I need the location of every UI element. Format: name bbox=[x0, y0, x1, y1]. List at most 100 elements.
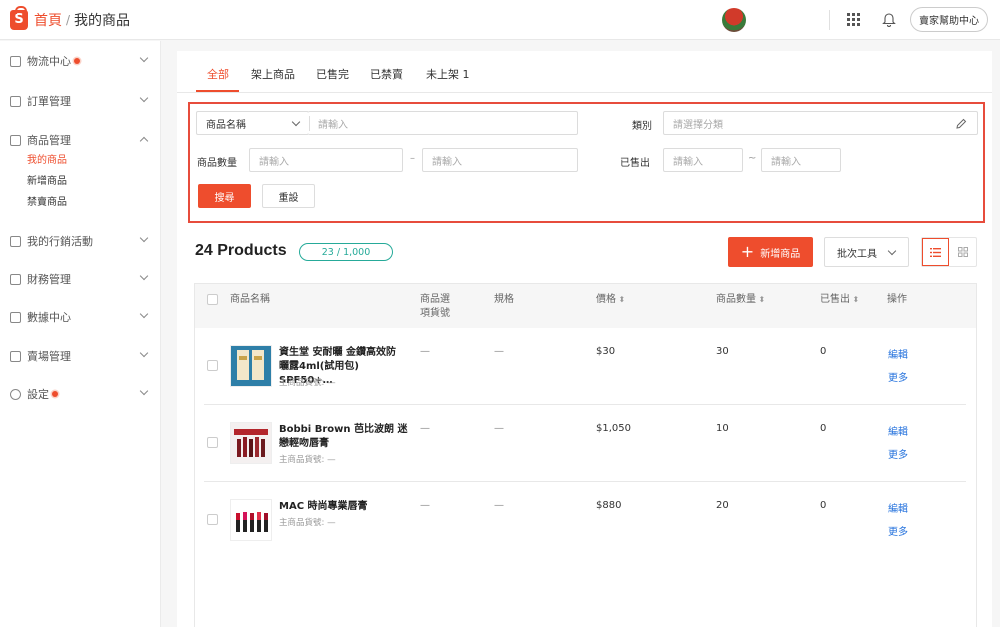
product-name[interactable]: Bobbi Brown 芭比波朗 迷戀輕吻唇膏 bbox=[279, 423, 411, 451]
table-row: 資生堂 安耐曬 金鑽高效防 曬露4ml(試用包) SPF50+… 主商品貨號: —… bbox=[195, 328, 976, 405]
tab-live[interactable]: 架上商品 bbox=[251, 66, 295, 82]
quantity-max-input[interactable]: 請輸入 bbox=[422, 148, 578, 172]
product-thumbnail[interactable] bbox=[230, 499, 272, 541]
range-separator: – bbox=[410, 153, 415, 164]
sidebar-item-settings[interactable]: 設定 bbox=[0, 384, 161, 404]
spec: — bbox=[494, 423, 504, 434]
reset-button[interactable]: 重設 bbox=[262, 184, 315, 208]
sidebar-item-products[interactable]: 商品管理 我的商品 新增商品 禁賣商品 bbox=[0, 130, 161, 213]
tab-unlisted[interactable]: 未上架 1 bbox=[426, 66, 470, 82]
main-card: 全部 架上商品 已售完 已禁賣 未上架 1 商品名稱 請輸入 類別 請選擇分類 … bbox=[177, 51, 992, 627]
edit-link[interactable]: 編輯 bbox=[888, 423, 908, 438]
product-name-select[interactable]: 商品名稱 bbox=[196, 111, 309, 135]
parent-sku: 主商品貨號: — bbox=[279, 455, 336, 465]
column-header-price[interactable]: 價格 ⬍ bbox=[596, 293, 625, 307]
sold-count: 0 bbox=[820, 423, 827, 434]
product-name-line: MAC 時尚專業唇膏 bbox=[279, 501, 368, 512]
avatar[interactable] bbox=[722, 8, 746, 32]
product-thumbnail[interactable] bbox=[230, 345, 272, 387]
chevron-down-icon bbox=[139, 93, 149, 103]
quantity-min-input[interactable]: 請輸入 bbox=[249, 148, 403, 172]
spec: — bbox=[494, 346, 504, 357]
edit-link[interactable]: 編輯 bbox=[888, 500, 908, 515]
sidebar: 物流中心 訂單管理 商品管理 我的商品 新增商品 禁賣商品 我的行銷活動 財務管… bbox=[0, 41, 161, 627]
sidebar-item-shop[interactable]: 賣場管理 bbox=[0, 346, 161, 366]
quantity: 10 bbox=[716, 423, 729, 434]
apps-grid-icon[interactable] bbox=[847, 13, 860, 26]
sidebar-item-label: 訂單管理 bbox=[27, 95, 71, 108]
breadcrumb-home[interactable]: 首頁 bbox=[34, 10, 62, 30]
search-button[interactable]: 搜尋 bbox=[198, 184, 251, 208]
range-separator: ~ bbox=[748, 153, 757, 164]
more-link[interactable]: 更多 bbox=[888, 523, 908, 538]
sold-max-input[interactable]: 請輸入 bbox=[761, 148, 841, 172]
edit-link[interactable]: 編輯 bbox=[888, 346, 908, 361]
wallet-icon bbox=[10, 273, 21, 285]
chevron-down-icon bbox=[291, 117, 301, 127]
batch-tools-button[interactable]: 批次工具 bbox=[824, 237, 909, 267]
sidebar-item-orders[interactable]: 訂單管理 bbox=[0, 91, 161, 111]
tab-soldout[interactable]: 已售完 bbox=[316, 66, 349, 82]
shopee-logo-icon[interactable]: S bbox=[10, 5, 28, 30]
row-checkbox[interactable] bbox=[207, 360, 218, 371]
select-all-checkbox[interactable] bbox=[207, 294, 218, 305]
row-checkbox[interactable] bbox=[207, 514, 218, 525]
sidebar-item-finance[interactable]: 財務管理 bbox=[0, 269, 161, 289]
table-header: 商品名稱 商品選 項貨號 規格 價格 ⬍ 商品數量 ⬍ 已售出 ⬍ 操作 bbox=[195, 284, 976, 328]
sidebar-subitem-add-product[interactable]: 新增商品 bbox=[0, 171, 161, 192]
product-name-input[interactable]: 請輸入 bbox=[308, 111, 578, 135]
placeholder: 請選擇分類 bbox=[673, 119, 723, 131]
grid-view-button[interactable] bbox=[949, 238, 976, 266]
quantity: 20 bbox=[716, 500, 729, 511]
tab-banned[interactable]: 已禁賣 bbox=[370, 66, 403, 82]
column-header-quantity[interactable]: 商品數量 ⬍ bbox=[716, 293, 765, 307]
option-sku: — bbox=[420, 423, 430, 434]
sidebar-item-label: 商品管理 bbox=[27, 134, 71, 147]
sidebar-item-logistics[interactable]: 物流中心 bbox=[0, 51, 161, 71]
list-view-button[interactable] bbox=[922, 238, 950, 266]
price: $1,050 bbox=[596, 423, 631, 434]
seller-help-button[interactable]: 賣家幫助中心 bbox=[910, 7, 988, 32]
sort-icon: ⬍ bbox=[850, 295, 860, 304]
category-picker[interactable]: 請選擇分類 bbox=[663, 111, 978, 135]
bell-icon[interactable] bbox=[882, 11, 896, 27]
more-link[interactable]: 更多 bbox=[888, 446, 908, 461]
column-header-quantity-label: 商品數量 bbox=[716, 294, 756, 305]
placeholder: 請輸入 bbox=[432, 156, 462, 168]
parent-sku: 主商品貨號: — bbox=[279, 518, 336, 528]
box-icon bbox=[10, 134, 21, 146]
grid-icon bbox=[957, 247, 968, 257]
product-name-line: Bobbi Brown 芭比波朗 迷 bbox=[279, 424, 408, 435]
sidebar-subitem-my-products[interactable]: 我的商品 bbox=[0, 150, 161, 171]
product-thumbnail[interactable] bbox=[230, 422, 272, 464]
pencil-icon[interactable] bbox=[955, 118, 967, 130]
sold-min-input[interactable]: 請輸入 bbox=[663, 148, 743, 172]
column-header-spec: 規格 bbox=[494, 294, 514, 305]
sidebar-item-data-center[interactable]: 數據中心 bbox=[0, 307, 161, 327]
table-row: Bobbi Brown 芭比波朗 迷戀輕吻唇膏 主商品貨號: — — — $1,… bbox=[195, 405, 976, 482]
chevron-down-icon bbox=[139, 386, 149, 396]
column-header-sold[interactable]: 已售出 ⬍ bbox=[820, 293, 859, 307]
notification-dot bbox=[52, 391, 58, 397]
chevron-down-icon bbox=[887, 246, 897, 256]
sidebar-item-label: 物流中心 bbox=[27, 55, 71, 68]
tab-all[interactable]: 全部 bbox=[207, 66, 229, 82]
sidebar-item-label: 數據中心 bbox=[27, 311, 71, 324]
placeholder: 請輸入 bbox=[673, 156, 703, 168]
row-checkbox[interactable] bbox=[207, 437, 218, 448]
more-link[interactable]: 更多 bbox=[888, 369, 908, 384]
sidebar-item-marketing[interactable]: 我的行銷活動 bbox=[0, 231, 161, 251]
lipstick-image bbox=[231, 500, 271, 540]
placeholder: 請輸入 bbox=[259, 156, 289, 168]
product-name[interactable]: MAC 時尚專業唇膏 bbox=[279, 500, 411, 514]
clipboard-icon bbox=[10, 95, 21, 107]
price: $880 bbox=[596, 500, 622, 511]
notification-dot bbox=[74, 58, 80, 64]
chart-icon bbox=[10, 311, 21, 323]
sidebar-subitem-banned-products[interactable]: 禁賣商品 bbox=[0, 192, 161, 213]
add-product-button[interactable]: + 新增商品 bbox=[728, 237, 813, 267]
option-sku: — bbox=[420, 346, 430, 357]
breadcrumb-current: 我的商品 bbox=[74, 12, 131, 29]
lipstick-image bbox=[231, 423, 271, 463]
add-product-label: 新增商品 bbox=[760, 248, 801, 260]
